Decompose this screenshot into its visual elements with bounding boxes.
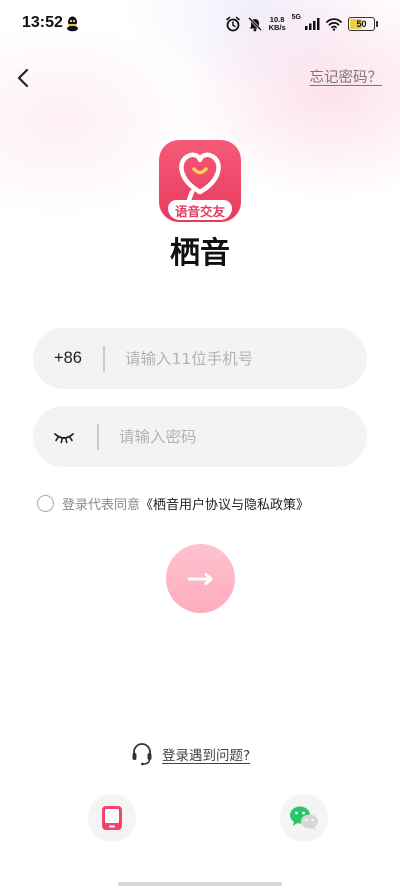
password-field[interactable] [33,406,367,467]
forgot-password-link[interactable]: 忘记密码？ [310,66,383,87]
qq-icon [67,16,78,32]
mute-icon [247,17,262,32]
phone-login-button[interactable] [88,794,136,842]
app-name: 栖音 [170,236,230,271]
agreement-link[interactable]: 《栖音用户协议与隐私政策》 [140,494,309,513]
login-submit-button[interactable] [166,544,235,613]
logo-caption: 语音交友 [168,200,232,220]
net-speed: 10.8 KB/s [269,16,286,32]
arrow-right-icon [187,572,212,585]
app-logo: 语音交友 [159,140,241,222]
field-divider [103,345,105,372]
battery-tip [376,21,378,27]
password-input[interactable] [119,421,349,452]
status-bar: 13:52 10.8 KB/s 5G 50 [0,0,400,50]
eye-closed-icon[interactable] [53,430,75,444]
login-help-link[interactable]: 登录遇到问题? [162,744,250,764]
network-type: 5G [291,14,301,21]
phone-icon [102,806,122,830]
agreement-row: 登录代表同意 《栖音用户协议与隐私政策》 [37,494,309,513]
country-code-selector[interactable]: +86 [54,349,82,368]
signal-icon [305,18,320,30]
chevron-left-icon[interactable] [12,66,36,90]
wechat-login-button[interactable] [280,794,328,842]
wechat-icon [290,806,318,830]
net-speed-unit: KB/s [268,23,286,32]
phone-field[interactable]: +86 [33,328,367,389]
login-help[interactable]: 登录遇到问题? [131,742,250,766]
agreement-checkbox[interactable] [37,495,54,512]
status-icons: 10.8 KB/s 5G 50 [225,14,378,34]
alarm-icon [225,16,240,32]
status-time: 13:52 [22,14,63,31]
home-indicator[interactable] [118,882,282,886]
agreement-prefix: 登录代表同意 [62,498,141,513]
wifi-icon [326,18,342,31]
battery-text: 50 [356,19,367,29]
phone-input[interactable] [125,343,355,374]
headset-icon [132,743,152,766]
field-divider [97,423,99,450]
battery-icon: 50 [348,17,375,31]
